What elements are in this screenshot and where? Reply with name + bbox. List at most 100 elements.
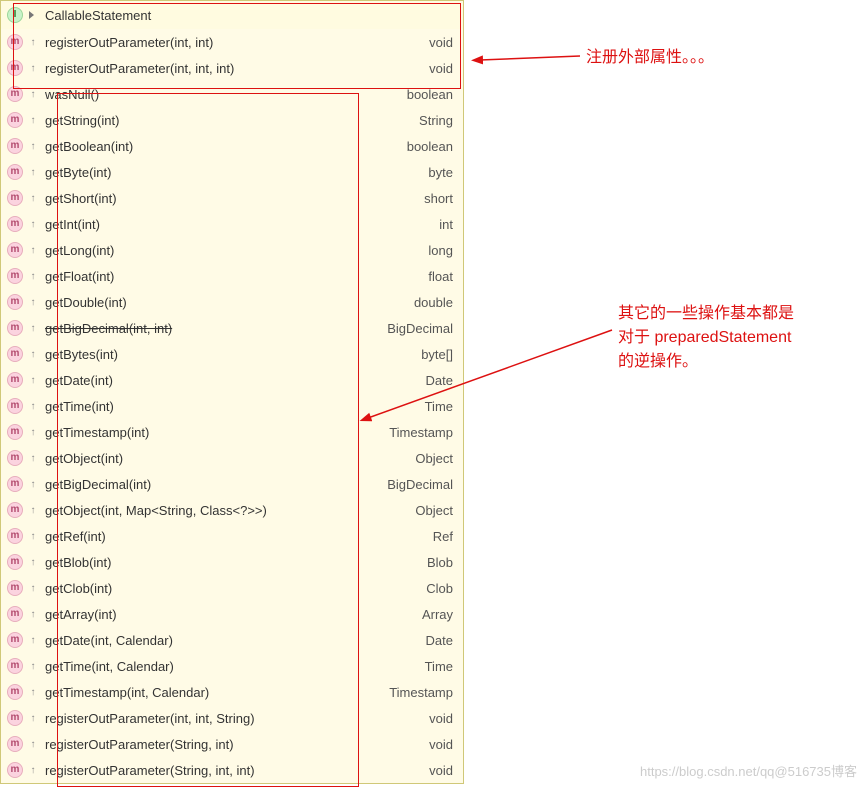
method-icon: m <box>5 684 25 700</box>
modifier-icon: ↑ <box>25 453 41 464</box>
return-type: Timestamp <box>389 425 455 440</box>
return-type: byte[] <box>421 347 455 362</box>
method-icon: m <box>5 86 25 102</box>
method-row[interactable]: m↑getDate(int, Calendar)Date <box>1 627 463 653</box>
method-icon: m <box>5 658 25 674</box>
method-icon: m <box>5 398 25 414</box>
method-row[interactable]: m↑getArray(int)Array <box>1 601 463 627</box>
method-row[interactable]: m↑getTimestamp(int, Calendar)Timestamp <box>1 679 463 705</box>
method-name: getBigDecimal(int) <box>41 477 387 492</box>
method-name: getFloat(int) <box>41 269 428 284</box>
method-row[interactable]: m↑getDouble(int)double <box>1 289 463 315</box>
method-row[interactable]: m↑getFloat(int)float <box>1 263 463 289</box>
method-icon: m <box>5 502 25 518</box>
method-name: getTime(int, Calendar) <box>41 659 425 674</box>
method-icon: m <box>5 632 25 648</box>
return-type: Time <box>425 399 455 414</box>
method-row[interactable]: m↑getInt(int)int <box>1 211 463 237</box>
method-icon: m <box>5 710 25 726</box>
class-name: CallableStatement <box>41 8 455 23</box>
method-name: getArray(int) <box>41 607 422 622</box>
method-name: getClob(int) <box>41 581 426 596</box>
method-name: registerOutParameter(String, int, int) <box>41 763 429 778</box>
method-name: getInt(int) <box>41 217 439 232</box>
return-type: int <box>439 217 455 232</box>
method-row[interactable]: m↑getBigDecimal(int, int)BigDecimal <box>1 315 463 341</box>
modifier-icon: ↑ <box>25 37 41 48</box>
method-icon: m <box>5 112 25 128</box>
method-icon: m <box>5 190 25 206</box>
method-icon: m <box>5 606 25 622</box>
method-icon: m <box>5 216 25 232</box>
method-name: getDate(int) <box>41 373 426 388</box>
modifier-icon: ↑ <box>25 713 41 724</box>
method-name: getBoolean(int) <box>41 139 407 154</box>
modifier-icon: ↑ <box>25 765 41 776</box>
method-icon: m <box>5 294 25 310</box>
method-row[interactable]: m↑getClob(int)Clob <box>1 575 463 601</box>
modifier-icon: ↑ <box>25 193 41 204</box>
method-row[interactable]: m↑getDate(int)Date <box>1 367 463 393</box>
modifier-icon: ↑ <box>25 609 41 620</box>
method-icon: m <box>5 372 25 388</box>
method-row[interactable]: m↑getBlob(int)Blob <box>1 549 463 575</box>
method-icon: m <box>5 736 25 752</box>
modifier-icon: ↑ <box>25 531 41 542</box>
method-icon: m <box>5 34 25 50</box>
return-type: short <box>424 191 455 206</box>
method-row[interactable]: m↑getShort(int)short <box>1 185 463 211</box>
method-row[interactable]: m↑getTimestamp(int)Timestamp <box>1 419 463 445</box>
method-row[interactable]: m↑getRef(int)Ref <box>1 523 463 549</box>
method-row[interactable]: m↑getObject(int)Object <box>1 445 463 471</box>
method-row[interactable]: m↑getString(int)String <box>1 107 463 133</box>
method-icon: m <box>5 242 25 258</box>
method-name: registerOutParameter(String, int) <box>41 737 429 752</box>
return-type: boolean <box>407 139 455 154</box>
annotation-mid-line3: 的逆操作。 <box>618 350 698 374</box>
modifier-icon: ↑ <box>25 505 41 516</box>
annotation-mid-line2: 对于 preparedStatement <box>618 326 791 350</box>
modifier-icon: ↑ <box>25 245 41 256</box>
method-row[interactable]: m↑getLong(int)long <box>1 237 463 263</box>
method-row[interactable]: m↑registerOutParameter(String, int)void <box>1 731 463 757</box>
return-type: Array <box>422 607 455 622</box>
method-icon: m <box>5 554 25 570</box>
return-type: Date <box>426 633 455 648</box>
return-type: void <box>429 35 455 50</box>
method-icon: m <box>5 60 25 76</box>
modifier-icon: ↑ <box>25 63 41 74</box>
return-type: Clob <box>426 581 455 596</box>
method-row[interactable]: m↑registerOutParameter(int, int, String)… <box>1 705 463 731</box>
method-row[interactable]: m↑getByte(int)byte <box>1 159 463 185</box>
method-icon: m <box>5 268 25 284</box>
modifier-icon: ↑ <box>25 219 41 230</box>
modifier-icon: ↑ <box>25 89 41 100</box>
method-row[interactable]: m↑getTime(int)Time <box>1 393 463 419</box>
class-header-row[interactable]: I CallableStatement <box>1 1 463 29</box>
modifier-icon: ↑ <box>25 349 41 360</box>
modifier-icon: ↑ <box>25 583 41 594</box>
method-name: registerOutParameter(int, int) <box>41 35 429 50</box>
expand-icon[interactable] <box>25 11 41 19</box>
modifier-icon: ↑ <box>25 635 41 646</box>
method-name: getRef(int) <box>41 529 433 544</box>
method-row[interactable]: m↑getBigDecimal(int)BigDecimal <box>1 471 463 497</box>
method-row[interactable]: m↑registerOutParameter(int, int, int)voi… <box>1 55 463 81</box>
return-type: Blob <box>427 555 455 570</box>
modifier-icon: ↑ <box>25 427 41 438</box>
method-row[interactable]: m↑getTime(int, Calendar)Time <box>1 653 463 679</box>
method-name: getBlob(int) <box>41 555 427 570</box>
method-row[interactable]: m↑getBytes(int)byte[] <box>1 341 463 367</box>
method-row[interactable]: m↑getObject(int, Map<String, Class<?>>)O… <box>1 497 463 523</box>
method-icon: m <box>5 528 25 544</box>
method-row[interactable]: m↑registerOutParameter(String, int, int)… <box>1 757 463 783</box>
method-name: getTimestamp(int) <box>41 425 389 440</box>
modifier-icon: ↑ <box>25 167 41 178</box>
method-row[interactable]: m↑wasNull()boolean <box>1 81 463 107</box>
method-name: getObject(int) <box>41 451 415 466</box>
method-name: wasNull() <box>41 87 407 102</box>
return-type: boolean <box>407 87 455 102</box>
method-icon: m <box>5 476 25 492</box>
method-row[interactable]: m↑registerOutParameter(int, int)void <box>1 29 463 55</box>
method-row[interactable]: m↑getBoolean(int)boolean <box>1 133 463 159</box>
